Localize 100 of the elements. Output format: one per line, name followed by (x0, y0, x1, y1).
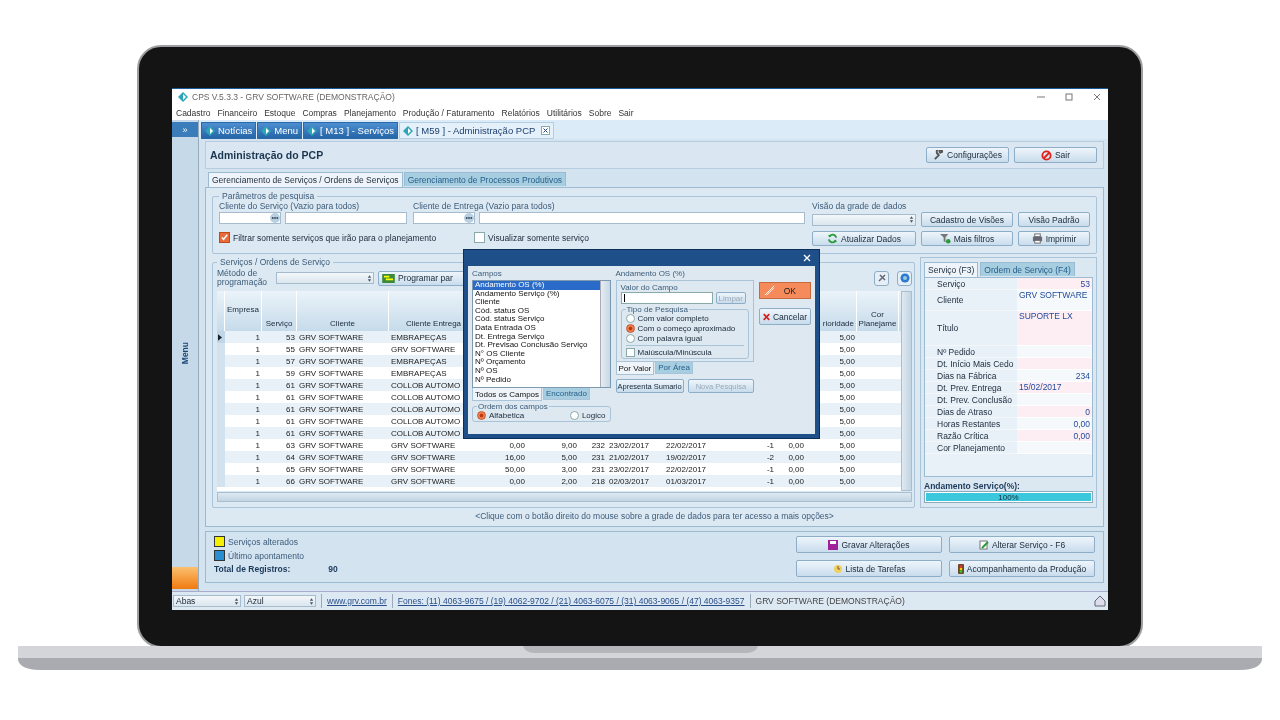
list-label: Campos (472, 269, 503, 279)
table-cell: EMBRAPEÇAS (391, 332, 447, 342)
table-cell: 01/03/2017 (666, 476, 707, 486)
property-label: Dt. Prev. Conclusão (937, 394, 1012, 405)
table-cell: 5,00 (839, 452, 855, 462)
table-cell: 53 (286, 332, 295, 342)
property-label: Dias na Fábrica (937, 370, 997, 381)
table-cell: GRV SOFTWARE (299, 392, 364, 402)
legend-label: Último apontamento (228, 550, 305, 561)
table-cell: 61 (286, 404, 295, 414)
checkbox-label: Maiúscula/Minúscula (637, 348, 712, 357)
company-name: GRV SOFTWARE (DEMONSTRAÇÃO) (755, 596, 905, 606)
property-label: Dias de Atraso (937, 406, 993, 417)
table-cell: 64 (286, 452, 295, 462)
property-label: Serviço (937, 278, 966, 289)
table-cell: 5,00 (839, 392, 855, 402)
table-cell: COLLOB AUTOMO (391, 416, 461, 426)
table-cell: COLLOB AUTOMO (391, 428, 461, 438)
field-label: Cliente de Entrega (Vazio para todos) (413, 201, 556, 211)
group-title: Tipo de Pesquisa (625, 305, 690, 314)
group-title: Ordem dos campos (477, 402, 549, 411)
table-cell: 5,00 (839, 332, 855, 342)
radio-label: Com o começo aproximado (637, 324, 736, 333)
total-value: 90 (328, 564, 338, 574)
table-cell: GRV SOFTWARE (299, 440, 364, 450)
table-cell: GRV SOFTWARE (299, 428, 364, 438)
table-cell: GRV SOFTWARE (299, 416, 364, 426)
table-cell: GRV SOFTWARE (299, 476, 364, 486)
group-title: Parâmetros de pesquisa (221, 191, 316, 201)
table-cell: 5,00 (839, 356, 855, 366)
table-cell: 5,00 (839, 404, 855, 414)
radio-label: Com palavra igual (637, 334, 702, 343)
table-cell: GRV SOFTWARE (299, 380, 364, 390)
table-cell: COLLOB AUTOMO (391, 392, 461, 402)
table-cell: 3,00 (561, 464, 577, 474)
table-cell: 23/02/2017 (609, 464, 650, 474)
group-title: Serviços / Ordens de Serviço (219, 257, 332, 267)
table-cell: 61 (286, 416, 295, 426)
window-title: CPS V.5.3.3 - GRV SOFTWARE (DEMONSTRAÇÃO) (192, 92, 395, 102)
table-cell: -2 (766, 452, 774, 462)
table-cell: 57 (286, 356, 295, 366)
table-cell: GRV SOFTWARE (391, 452, 456, 462)
checkbox-label: Visualizar somente serviço (488, 232, 589, 243)
table-cell: 5,00 (839, 476, 855, 486)
total-label: Total de Registros: (214, 564, 291, 574)
table-cell: GRV SOFTWARE (299, 452, 364, 462)
grid-hint: <Clique com o botão direito do mouse sobre a grade de dados para ter acesso a mais opções> (475, 511, 834, 521)
table-cell: 5,00 (561, 452, 577, 462)
table-cell: GRV SOFTWARE (391, 464, 456, 474)
property-label: Razão Crítica (937, 430, 989, 441)
table-cell: 50,00 (504, 464, 525, 474)
property-label: Cor Planejamento (937, 442, 1006, 453)
table-cell: 21/02/2017 (609, 452, 650, 462)
table-cell: 5,00 (839, 416, 855, 426)
table-cell: 231 (591, 452, 605, 462)
table-cell: 5,00 (839, 380, 855, 390)
property-label: Título (937, 323, 959, 333)
table-cell: -1 (766, 476, 774, 486)
table-cell: 1 (255, 464, 260, 474)
table-cell: 5,00 (839, 344, 855, 354)
page-title: Administração do PCP (210, 149, 324, 161)
table-cell: -1 (766, 440, 774, 450)
table-cell: GRV SOFTWARE (299, 332, 364, 342)
table-cell: 66 (286, 476, 295, 486)
table-cell: 1 (255, 440, 260, 450)
table-cell: GRV SOFTWARE (299, 344, 364, 354)
select-value: Abas (176, 596, 196, 606)
radio-label: Com valor completo (637, 314, 709, 323)
table-cell: 1 (255, 344, 260, 354)
table-cell: 1 (255, 476, 260, 486)
field-label: Cliente do Serviço (Vazio para todos) (219, 201, 361, 211)
table-cell: 1 (255, 380, 260, 390)
table-cell: 65 (286, 464, 295, 474)
table-cell: 0,00 (788, 464, 804, 474)
table-cell: 61 (286, 392, 295, 402)
table-cell: 5,00 (839, 368, 855, 378)
table-cell: 1 (255, 368, 260, 378)
table-cell: 61 (286, 428, 295, 438)
table-cell: 1 (255, 428, 260, 438)
table-cell: 5,00 (839, 440, 855, 450)
checkbox-label: Filtrar somente serviços que irão para o planejamento (233, 232, 437, 243)
table-cell: 1 (255, 356, 260, 366)
table-cell: GRV SOFTWARE (299, 356, 364, 366)
table-cell: COLLOB AUTOMO (391, 380, 461, 390)
table-cell: 0,00 (788, 452, 804, 462)
table-cell: 0,00 (788, 440, 804, 450)
table-cell: 59 (286, 368, 295, 378)
table-cell: 22/02/2017 (666, 440, 707, 450)
table-cell: 22/02/2017 (666, 464, 707, 474)
table-cell: 1 (255, 416, 260, 426)
table-cell: 1 (255, 404, 260, 414)
table-cell: 231 (591, 464, 605, 474)
table-cell: EMBRAPEÇAS (391, 368, 447, 378)
progress-reading: 100% (998, 492, 1019, 502)
property-label: Cliente (937, 295, 964, 305)
table-cell: 1 (255, 452, 260, 462)
table-cell: GRV SOFTWARE (391, 344, 456, 354)
table-cell: GRV SOFTWARE (391, 476, 456, 486)
table-cell: EMBRAPEÇAS (391, 356, 447, 366)
table-cell: GRV SOFTWARE (299, 464, 364, 474)
